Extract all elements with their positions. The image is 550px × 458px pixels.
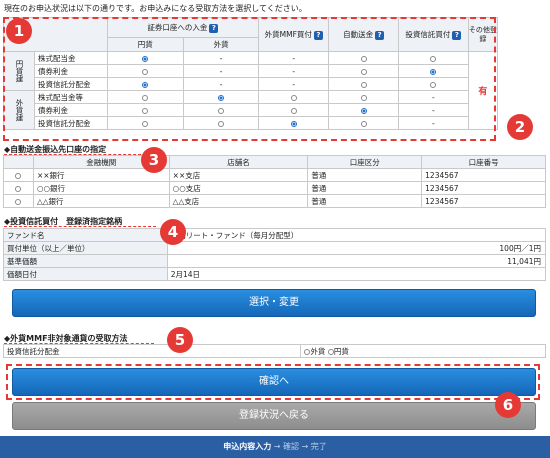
radio-bank[interactable] (15, 198, 22, 205)
intro-text: 現在のお申込状況は以下の通りです。お申込みになる受取方法を選択してください。 (4, 4, 307, 13)
price-date-value: 2月14日 (166, 267, 547, 281)
mmf-label: 投資信託分配金 (2, 344, 302, 358)
account-type: 普通 (307, 194, 423, 208)
account-number: 1234567 (421, 194, 546, 208)
radio-bank[interactable] (15, 172, 22, 179)
account-type: 普通 (307, 168, 423, 182)
badge-4: 4 (160, 219, 186, 245)
branch-name: △△支店 (168, 194, 309, 208)
auto-transfer-table: 金融機関 店舗名 口座区分 口座番号 ××銀行 ××支店 普通 1234567 … (3, 155, 546, 208)
step-arrow: → (271, 442, 283, 451)
progress-steps: 申込内容入力 → 確認 → 完了 (0, 436, 550, 458)
table-row: △△銀行 △△支店 普通 1234567 (3, 194, 546, 208)
bank-name: △△銀行 (32, 194, 170, 208)
fund-table: ファンド名 米国リート・ファンド（毎月分配型） 買付単位（以上／単位） 100円… (3, 228, 547, 281)
badge-6: 6 (495, 392, 521, 418)
fund-name-label: ファンド名 (3, 228, 168, 242)
price-date-label: 価額日付 (3, 267, 168, 281)
radio-bank[interactable] (15, 185, 22, 192)
title-underline (4, 226, 156, 227)
badge-1: 1 (6, 18, 32, 44)
step-arrow: → (299, 442, 311, 451)
step-complete: 完了 (310, 442, 327, 451)
purchase-unit-label: 買付単位（以上／単位） (3, 241, 168, 255)
mmf-options: 外貨 円貨 (300, 344, 546, 358)
select-change-button[interactable]: 選択・変更 (12, 289, 536, 317)
account-type: 普通 (307, 181, 423, 195)
confirm-button[interactable]: 確認へ (12, 368, 536, 396)
header-account-number: 口座番号 (421, 155, 546, 169)
badge-3: 3 (141, 147, 167, 173)
header-account-type: 口座区分 (307, 155, 423, 169)
step-current: 申込内容入力 (223, 442, 272, 451)
fund-name-value: 米国リート・ファンド（毎月分配型） (166, 228, 547, 242)
back-button[interactable]: 登録状況へ戻る (12, 402, 536, 430)
table-row: ××銀行 ××支店 普通 1234567 (3, 168, 546, 182)
nav-value: 11,041円 (166, 254, 547, 268)
branch-name: ○○支店 (168, 181, 309, 195)
account-number: 1234567 (421, 181, 546, 195)
table-row: ○○銀行 ○○支店 普通 1234567 (3, 181, 546, 195)
account-number: 1234567 (421, 168, 546, 182)
nav-label: 基準価額 (3, 254, 168, 268)
purchase-unit-value: 100円／1円 (166, 241, 547, 255)
step-confirm: 確認 (283, 442, 299, 451)
branch-name: ××支店 (168, 168, 309, 182)
bank-name: ○○銀行 (32, 181, 170, 195)
badge-5: 5 (167, 327, 193, 353)
mmf-table: 投資信託分配金 外貨 円貨 (2, 344, 546, 358)
header-branch: 店舗名 (168, 155, 309, 169)
badge-2: 2 (507, 114, 533, 140)
highlight-receipt-options (3, 17, 496, 141)
